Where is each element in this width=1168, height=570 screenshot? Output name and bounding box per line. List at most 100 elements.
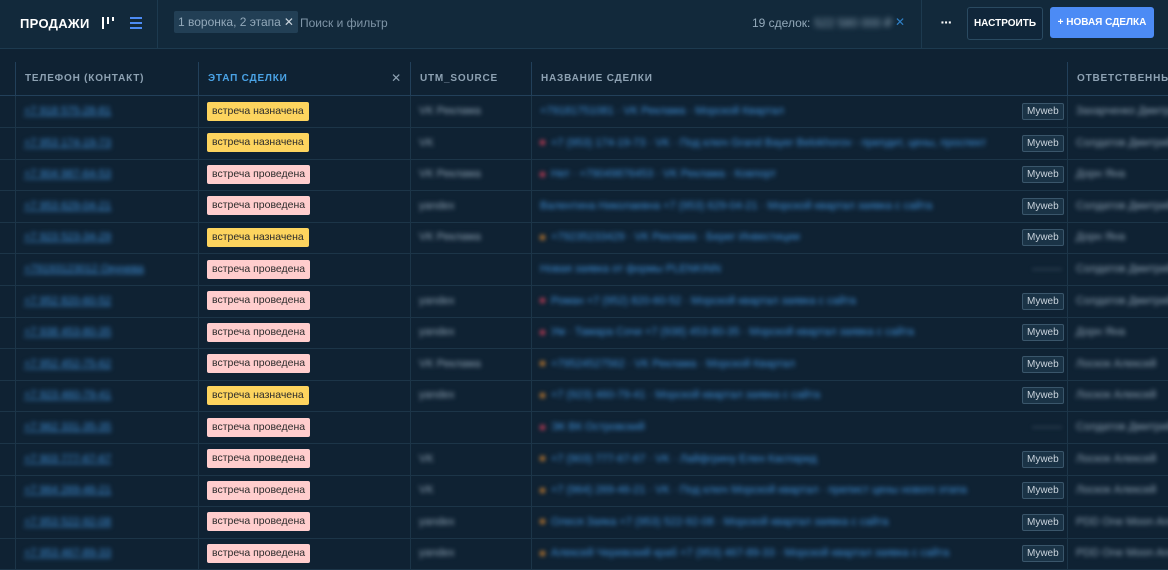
table-row[interactable]: +7 952 820-60-52 встреча проведена yandex Р… xyxy=(0,285,1168,318)
contact-phone-link[interactable]: +7 904 987-64-53 xyxy=(24,168,111,180)
source-tag: Myweb xyxy=(1022,134,1064,152)
stage-cell: встреча проведена xyxy=(198,317,410,349)
utm-source-value: VK Реклама xyxy=(419,168,481,181)
table-row[interactable]: +7 903 777-67-67 встреча проведена VK +7 (9… xyxy=(0,443,1168,476)
responsible-user[interactable]: Дорн Яна xyxy=(1076,326,1125,338)
contact-phone-link[interactable]: +7 918 575-28-81 xyxy=(24,105,111,117)
table-row[interactable]: +7 953 174-19-73 встреча назначена VK +7 (9… xyxy=(0,127,1168,160)
table-row[interactable]: +7 962 331-35-35 встреча проведена ЭК ВК О… xyxy=(0,412,1168,444)
stage-badge[interactable]: встреча проведена xyxy=(207,543,311,563)
stage-badge[interactable]: встреча проведена xyxy=(207,417,311,437)
more-options-button[interactable]: ··· xyxy=(936,12,956,34)
deal-name-link[interactable]: +7 (903) 777-67-67 · VK · Лайфгрину Елен… xyxy=(551,453,817,465)
deal-name-link[interactable]: +7 (923) 460-79-41 · Морской квартал зая… xyxy=(551,389,820,401)
table-row[interactable]: +7 952 452-75-62 встреча проведена VK Рекл… xyxy=(0,348,1168,381)
deal-name-link[interactable]: +79524527562 · VK Реклама · Морской Квар… xyxy=(551,358,795,370)
responsible-cell: Солдатов Дмитрий xyxy=(1067,285,1168,317)
column-header-stage[interactable]: ЭТАП СДЕЛКИ ✕ xyxy=(198,62,410,95)
pipeline-view-icon[interactable] xyxy=(100,14,116,32)
deal-name-link[interactable]: +7 (964) 269-46-21 · VK · Под ключ Морск… xyxy=(551,484,967,496)
responsible-user[interactable]: Солдатов Дмитрий xyxy=(1076,263,1168,275)
responsible-user[interactable]: Лоскок Алексей xyxy=(1076,389,1156,401)
deal-name-link[interactable]: Нет · +79049876453 · VK Реклама · Ковпор… xyxy=(551,168,776,180)
stage-badge[interactable]: встреча проведена xyxy=(207,512,311,532)
responsible-user[interactable]: Солдатов Дмитрий xyxy=(1076,295,1168,307)
stage-badge[interactable]: встреча проведена xyxy=(207,354,311,374)
contact-phone-link[interactable]: +7 953 467-89-33 xyxy=(24,547,111,559)
table-row[interactable]: +7 918 575-28-81 встреча назначена VK Рекл… xyxy=(0,96,1168,128)
deal-name-link[interactable]: Алексей Черевский краб +7 (953) 467-89-3… xyxy=(551,547,949,559)
contact-phone-link[interactable]: +79193123012 Окунева xyxy=(24,263,144,275)
stage-cell: встреча проведена xyxy=(198,506,410,538)
contact-phone-link[interactable]: +7 903 777-67-67 xyxy=(24,453,111,465)
column-header-responsible[interactable]: ОТВЕТСТВЕННЫЙ xyxy=(1067,62,1168,95)
responsible-user[interactable]: Дорн Яна xyxy=(1076,168,1125,180)
deal-name-link[interactable]: Валентина Николаевна +7 (953) 629-04-21 … xyxy=(540,200,932,212)
stage-badge[interactable]: встреча проведена xyxy=(207,164,311,184)
stage-badge[interactable]: встреча назначена xyxy=(207,101,309,121)
deal-name-link[interactable]: Ум · Тамара Сочи +7 (938) 453-80-35 · Мо… xyxy=(551,326,914,338)
contact-phone-link[interactable]: +7 953 522-92-08 xyxy=(24,516,111,528)
contact-phone-link[interactable]: +7 938 453-80-35 xyxy=(24,326,111,338)
status-dot-icon xyxy=(540,234,545,240)
column-header-phone[interactable]: ТЕЛЕФОН (КОНТАКТ) xyxy=(15,62,198,95)
deal-name-link[interactable]: Олеся Заяка +7 (953) 522-92-08 · Морской… xyxy=(551,516,889,528)
search-input[interactable] xyxy=(296,12,724,34)
contact-phone-link[interactable]: +7 923 523-34-29 xyxy=(24,231,111,243)
filter-chip[interactable]: 1 воронка, 2 этапа ✕ xyxy=(174,11,298,33)
responsible-user[interactable]: Солдатов Дмитрий xyxy=(1076,200,1168,212)
stage-badge[interactable]: встреча проведена xyxy=(207,449,311,469)
responsible-user[interactable]: Солдатов Дмитрий xyxy=(1076,137,1168,149)
responsible-user[interactable]: Захарченко Дмитрий xyxy=(1076,105,1168,117)
table-row[interactable]: +7 938 453-80-35 встреча проведена yandex У… xyxy=(0,317,1168,350)
stage-badge[interactable]: встреча проведена xyxy=(207,322,311,342)
stage-badge[interactable]: встреча назначена xyxy=(207,385,309,405)
table-row[interactable]: +7 953 522-92-08 встреча проведена yandex О… xyxy=(0,506,1168,539)
deal-name-link[interactable]: +79181751081 · VK Реклама · Морской Квар… xyxy=(540,105,784,117)
stage-badge[interactable]: встреча проведена xyxy=(207,196,311,216)
contact-phone-link[interactable]: +7 953 629-04-21 xyxy=(24,200,111,212)
responsible-user[interactable]: Солдатов Дмитрий xyxy=(1076,421,1168,433)
deal-name-link[interactable]: +7 (953) 174-19-73 · VK · Под ключ Grand… xyxy=(551,137,986,149)
deal-name-link[interactable]: Новая заявка от формы PLENKINN xyxy=(540,263,721,275)
table-row[interactable]: +7 923 523-34-29 встреча назначена VK Рекл… xyxy=(0,222,1168,255)
contact-phone-link[interactable]: +7 964 269-46-21 xyxy=(24,484,111,496)
stage-badge[interactable]: встреча проведена xyxy=(207,480,311,500)
responsible-user[interactable]: Лоскок Алексей xyxy=(1076,484,1156,496)
table-row[interactable]: +7 953 467-89-33 встреча проведена yandex А… xyxy=(0,538,1168,570)
contact-phone-link[interactable]: +7 962 331-35-35 xyxy=(24,421,111,433)
deal-name-link[interactable]: Роман +7 (952) 820-60-52 · Морской кварт… xyxy=(551,295,856,307)
utm-source-value: yandex xyxy=(419,326,455,339)
close-icon[interactable]: ✕ xyxy=(391,62,402,95)
responsible-user[interactable]: Лоскок Алексей xyxy=(1076,453,1156,465)
responsible-user[interactable]: Дорн Яна xyxy=(1076,231,1125,243)
contact-phone-link[interactable]: +7 952 452-75-62 xyxy=(24,358,111,370)
deals-table: ТЕЛЕФОН (КОНТАКТ) ЭТАП СДЕЛКИ ✕ UTM_SOUR… xyxy=(0,62,1168,570)
column-header-utm[interactable]: UTM_SOURCE xyxy=(410,62,531,95)
table-row[interactable]: +7 964 269-46-21 встреча проведена VK +7 (9… xyxy=(0,475,1168,508)
list-view-icon[interactable] xyxy=(128,14,144,32)
deal-name-link[interactable]: +79235233429 · VK Реклама · Берег Инвест… xyxy=(551,231,800,243)
table-row[interactable]: +7 923 460-79-41 встреча назначена yandex +… xyxy=(0,380,1168,413)
stage-badge[interactable]: встреча назначена xyxy=(207,133,309,153)
deal-name-link[interactable]: ЭК ВК Островский xyxy=(551,421,645,433)
stage-badge[interactable]: встреча проведена xyxy=(207,259,311,279)
responsible-user[interactable]: PDD One Moon Aren xyxy=(1076,547,1168,559)
stage-badge[interactable]: встреча проведена xyxy=(207,291,311,311)
table-row[interactable]: +7 904 987-64-53 встреча проведена VK Рекл… xyxy=(0,159,1168,192)
close-icon[interactable]: ✕ xyxy=(895,15,905,29)
close-icon[interactable]: ✕ xyxy=(284,15,294,29)
responsible-user[interactable]: PDD One Moon Aren xyxy=(1076,516,1168,528)
table-row[interactable]: +79193123012 Окунева встреча проведена Нов… xyxy=(0,254,1168,286)
contact-phone-link[interactable]: +7 953 174-19-73 xyxy=(24,137,111,149)
table-row[interactable]: +7 953 629-04-21 встреча проведена yandex В… xyxy=(0,190,1168,223)
contact-phone-link[interactable]: +7 923 460-79-41 xyxy=(24,389,111,401)
column-header-name[interactable]: НАЗВАНИЕ СДЕЛКИ xyxy=(531,62,1067,95)
deal-name-cell: Нет · +79049876453 · VK Реклама · Ковпор… xyxy=(531,159,1067,191)
settings-button[interactable]: НАСТРОИТЬ xyxy=(967,7,1043,40)
stage-badge[interactable]: встреча назначена xyxy=(207,227,309,247)
new-deal-button[interactable]: + НОВАЯ СДЕЛКА xyxy=(1050,7,1154,38)
contact-phone-link[interactable]: +7 952 820-60-52 xyxy=(24,295,111,307)
responsible-user[interactable]: Лоскок Алексей xyxy=(1076,358,1156,370)
phone-cell: +7 962 331-35-35 xyxy=(15,412,198,443)
